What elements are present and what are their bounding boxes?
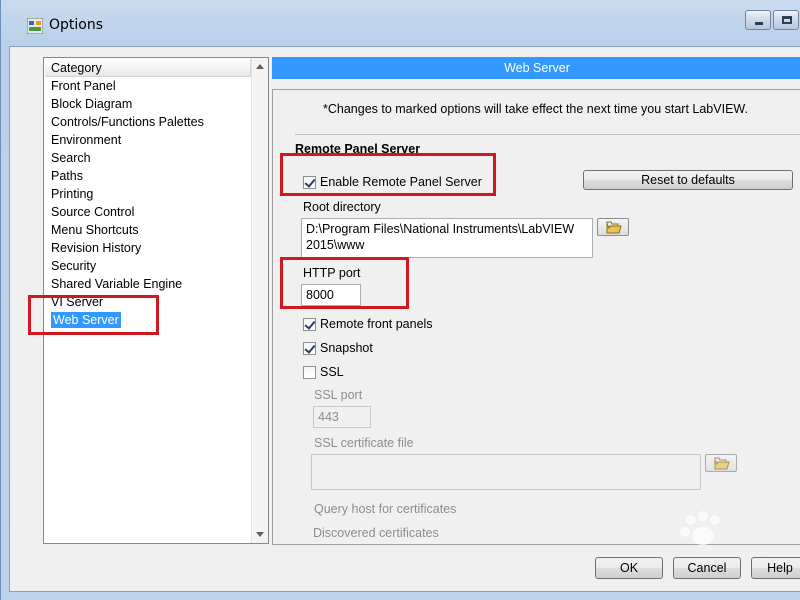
dialog-client: Category Front Panel Block Diagram Control… [9, 46, 800, 592]
category-item-label: Search [51, 151, 91, 165]
category-item-label: Revision History [51, 241, 142, 255]
unchecked-box[interactable] [303, 365, 316, 379]
category-item[interactable]: Source Control [50, 203, 250, 221]
ssl-certificate-file-field [311, 454, 701, 490]
snapshot-label: Snapshot [320, 341, 373, 355]
category-item-label: Front Panel [51, 79, 116, 93]
window-controls [745, 10, 800, 30]
category-item-label: Environment [51, 133, 122, 147]
category-item[interactable]: Revision History [50, 239, 250, 257]
category-header[interactable]: Category [45, 59, 251, 77]
reset-to-defaults-button[interactable]: Reset to defaults [583, 170, 793, 190]
separator [295, 134, 800, 135]
restart-notice: *Changes to marked options will take eff… [323, 102, 748, 116]
category-item-label: Controls/Functions Palettes [51, 115, 204, 129]
cancel-button[interactable]: Cancel [673, 557, 741, 579]
ssl-certificate-file-label: SSL certificate file [314, 436, 414, 450]
window-frame: Options Category Front Panel Block Diagra… [0, 0, 800, 600]
ssl-port-label: SSL port [314, 388, 363, 402]
ssl-checkbox[interactable]: SSL [303, 364, 344, 380]
root-directory-label: Root directory [303, 200, 381, 214]
query-host-label: Query host for certificates [314, 502, 457, 516]
check-icon[interactable] [303, 341, 316, 355]
category-item[interactable]: Security [50, 257, 250, 275]
remote-front-panels-label: Remote front panels [320, 317, 433, 331]
discovered-certificates-label: Discovered certificates [313, 526, 439, 540]
category-item[interactable]: Block Diagram [50, 95, 250, 113]
category-item-label: Paths [51, 169, 83, 183]
category-item[interactable]: Paths [50, 167, 250, 185]
category-item-label: Shared Variable Engine [51, 277, 183, 291]
category-item[interactable]: Search [50, 149, 250, 167]
ok-button[interactable]: OK [595, 557, 663, 579]
category-items: Front Panel Block Diagram Controls/Functio… [50, 77, 250, 329]
category-item-label: Security [51, 259, 97, 273]
highlight-box-web-server [28, 295, 159, 335]
category-item-label: Printing [51, 187, 94, 201]
category-item-label: Source Control [51, 205, 135, 219]
browse-ssl-certificate-button [705, 454, 737, 472]
highlight-box-http-port [280, 257, 409, 309]
category-scrollbar[interactable] [251, 58, 268, 543]
category-item-label: Block Diagram [51, 97, 133, 111]
category-item[interactable]: Front Panel [50, 77, 250, 95]
category-item[interactable]: Environment [50, 131, 250, 149]
remote-front-panels-checkbox[interactable]: Remote front panels [303, 316, 433, 332]
maximize-icon[interactable] [773, 10, 799, 30]
window-title: Options [49, 17, 104, 33]
snapshot-checkbox[interactable]: Snapshot [303, 340, 373, 356]
highlight-box-enable-server [280, 153, 496, 196]
category-item[interactable]: Controls/Functions Palettes [50, 113, 250, 131]
root-directory-field[interactable]: D:\Program Files\National Instruments\La… [301, 218, 593, 258]
category-item[interactable]: Menu Shortcuts [50, 221, 250, 239]
root-directory-line1: D:\Program Files\National Instruments\La… [306, 222, 575, 236]
scroll-up-icon[interactable] [256, 64, 264, 69]
minimize-icon[interactable] [745, 10, 771, 30]
ssl-port-field: 443 [313, 406, 371, 428]
browse-root-directory-button[interactable] [597, 218, 629, 236]
folder-icon [714, 457, 730, 470]
help-button[interactable]: Help [751, 557, 800, 579]
scroll-down-icon[interactable] [256, 532, 264, 537]
folder-icon [606, 221, 622, 234]
category-item[interactable]: Shared Variable Engine [50, 275, 250, 293]
title-bar[interactable]: Options [1, 0, 800, 46]
category-item-label: Menu Shortcuts [51, 223, 139, 237]
labview-options-icon [26, 17, 44, 35]
ssl-label: SSL [320, 365, 344, 379]
check-icon[interactable] [303, 317, 316, 331]
category-item[interactable]: Printing [50, 185, 250, 203]
root-directory-line2: 2015\www [306, 238, 365, 252]
panel-banner: Web Server [272, 57, 800, 79]
